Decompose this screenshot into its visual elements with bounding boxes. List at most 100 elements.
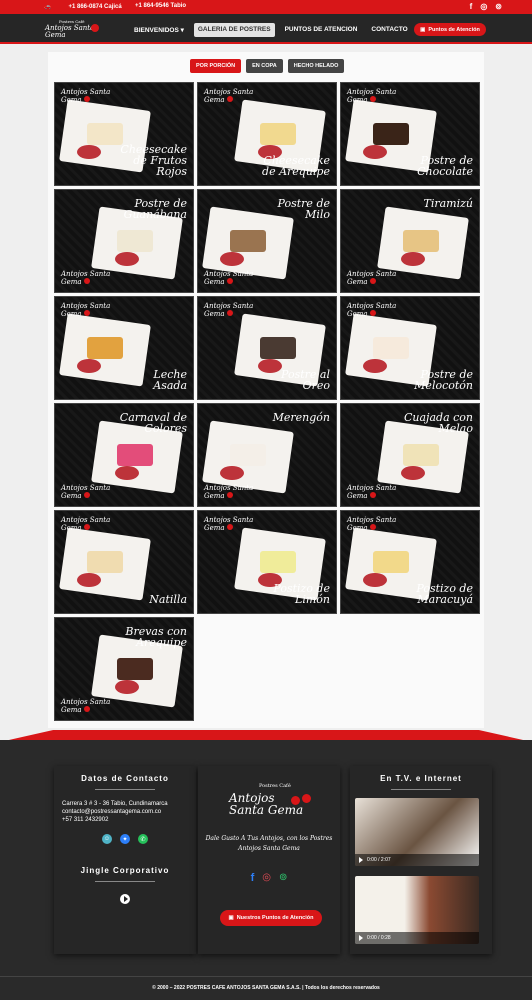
top-bar: 🚗 +1 866-0874 Cajicá +1 864-9546 Tabio f…: [0, 0, 532, 14]
dessert-tile[interactable]: Cheesecake de Arequipe Antojos Santa Gema: [197, 82, 337, 186]
nav-item-galeria[interactable]: GALERIA DE POSTRES: [193, 23, 275, 37]
cherry-icon: [369, 492, 376, 498]
cherry-icon: [226, 310, 233, 316]
filter-por-porcion[interactable]: POR PORCIÓN: [190, 59, 242, 73]
dessert-tile[interactable]: Postre de Chocolate Antojos Santa Gema: [340, 82, 480, 186]
video-2-controls[interactable]: 0:00 / 0:28: [355, 932, 479, 944]
tv-title: En T.V. e Internet: [380, 774, 462, 783]
dessert-tile[interactable]: Postre al Oreo Antojos Santa Gema: [197, 296, 337, 400]
nav-item-contacto[interactable]: CONTACTO: [367, 23, 411, 37]
dessert-image: [87, 123, 123, 145]
phone-cajica[interactable]: 🚗 +1 866-0874 Cajicá: [44, 3, 122, 11]
waze-icon[interactable]: ☺: [102, 834, 112, 844]
dessert-tile[interactable]: Merengón Antojos Santa Gema: [197, 403, 337, 507]
dessert-title: Tiramizú: [423, 197, 474, 210]
tripadvisor-icon[interactable]: ⊚: [495, 2, 502, 11]
video-1-controls[interactable]: 0:00 / 2:07: [355, 854, 479, 866]
cherry-icon: [302, 794, 311, 803]
dessert-title: Postre de Guanábana: [123, 197, 187, 221]
dessert-image: [230, 230, 266, 252]
address: Carrera 3 # 3 - 36 Tabio, Cundinamarca: [62, 801, 168, 807]
dessert-tile[interactable]: Postre de Melocotón Antojos Santa Gema: [340, 296, 480, 400]
footer-logo: Postres Café Antojos Santa Gema: [229, 780, 311, 818]
puntos-atencion-footer-button[interactable]: ▣ Nuestros Puntos de Atención: [220, 910, 322, 926]
facebook-icon[interactable]: f: [251, 872, 255, 884]
car-icon: 🚗: [44, 4, 52, 10]
cherry-icon: [91, 24, 99, 32]
logo-main-text: Antojos Santa Gema: [45, 24, 95, 39]
nav-item-puntos[interactable]: PUNTOS DE ATENCION: [281, 23, 362, 37]
messenger-icon[interactable]: ✦: [120, 834, 130, 844]
dessert-tile[interactable]: Tiramizú Antojos Santa Gema: [340, 189, 480, 293]
brand-watermark: Antojos Santa Gema: [61, 88, 111, 104]
dessert-tile[interactable]: Leche Asada Antojos Santa Gema: [54, 296, 194, 400]
instagram-icon[interactable]: ◎: [262, 872, 271, 884]
email-link[interactable]: contacto@postressantagema.com.co: [62, 808, 196, 816]
sauce-image: [115, 252, 139, 266]
whatsapp-icon[interactable]: ✆: [138, 834, 148, 844]
cherry-icon: [226, 524, 233, 530]
brand-watermark: Antojos Santa Gema: [204, 484, 254, 500]
dessert-image: [117, 444, 153, 466]
dessert-tile[interactable]: Postizo de Limón Antojos Santa Gema: [197, 510, 337, 614]
copyright: © 2000 – 2022 POSTRES CAFE ANTOJOS SANTA…: [0, 976, 532, 1000]
video-player-1[interactable]: 0:00 / 2:07: [355, 798, 479, 866]
dessert-tile[interactable]: Carnaval de Colores Antojos Santa Gema: [54, 403, 194, 507]
filter-en-copa[interactable]: EN COPA: [246, 59, 283, 73]
dessert-tile[interactable]: Natilla Antojos Santa Gema: [54, 510, 194, 614]
jingle-title: Jingle Corporativo: [80, 866, 170, 875]
dessert-tile[interactable]: Cuajada con Melao Antojos Santa Gema: [340, 403, 480, 507]
dessert-title: Cheesecake de Arequipe: [262, 154, 330, 178]
dessert-tile[interactable]: Cheesecake de Frutos Rojos Antojos Santa …: [54, 82, 194, 186]
nav-item-bienvenidos[interactable]: BIENVENIDOS ▾: [130, 23, 188, 37]
dessert-title: Cuajada con Melao: [404, 411, 473, 435]
video-player-2[interactable]: 0:00 / 0:28: [355, 876, 479, 944]
dessert-tile[interactable]: Brevas con Arequipe Antojos Santa Gema: [54, 617, 194, 721]
puntos-atencion-button[interactable]: ▣ Puntos de Atención: [414, 23, 486, 36]
divider: [95, 789, 155, 790]
brand-watermark: Antojos Santa Gema: [204, 516, 254, 532]
brand-watermark: Antojos Santa Gema: [347, 484, 397, 500]
sauce-image: [401, 252, 425, 266]
dessert-title: Brevas con Arequipe: [125, 625, 187, 649]
dessert-tile[interactable]: Postre de Guanábana Antojos Santa Gema: [54, 189, 194, 293]
jingle-play-button[interactable]: [120, 894, 130, 904]
instagram-icon[interactable]: ◎: [480, 2, 487, 11]
cherry-icon: [83, 96, 90, 102]
store-icon: ▣: [228, 915, 234, 921]
cherry-icon: [83, 492, 90, 498]
brand-watermark: Antojos Santa Gema: [61, 270, 111, 286]
cherry-icon: [369, 310, 376, 316]
phone-tabio[interactable]: +1 864-9546 Tabio: [135, 3, 186, 9]
cherry-icon: [83, 278, 90, 284]
brand-watermark: Antojos Santa Gema: [347, 302, 397, 318]
dessert-title: Leche Asada: [153, 368, 187, 392]
filter-hecho-helado[interactable]: HECHO HELADO: [287, 59, 345, 73]
dessert-title: Postizo de Maracuyá: [416, 582, 473, 606]
dessert-title: Postre al Oreo: [281, 368, 330, 392]
sauce-image: [77, 145, 101, 159]
dessert-title: Postre de Melocotón: [414, 368, 473, 392]
contact-icons: ☺ ✦ ✆: [54, 834, 196, 844]
sauce-image: [77, 359, 101, 373]
dessert-title: Postre de Chocolate: [417, 154, 473, 178]
tv-card: En T.V. e Internet 0:00 / 2:07 0:00 / 0:…: [350, 766, 492, 954]
cherry-icon: [83, 310, 90, 316]
social-links: f ◎ ⊚: [470, 2, 502, 11]
facebook-icon[interactable]: f: [470, 2, 473, 11]
dessert-tile[interactable]: Postizo de Maracuyá Antojos Santa Gema: [340, 510, 480, 614]
dessert-tile[interactable]: Postre de Milo Antojos Santa Gema: [197, 189, 337, 293]
logo[interactable]: Postres Café Antojos Santa Gema: [45, 18, 99, 40]
dessert-title: Postre de Milo: [277, 197, 330, 221]
puntos-atencion-footer-label: Nuestros Puntos de Atención: [236, 915, 314, 921]
cherry-icon: [369, 96, 376, 102]
brand-watermark: Antojos Santa Gema: [204, 270, 254, 286]
dessert-image: [260, 337, 296, 359]
phone-link[interactable]: +57 311 2432902: [62, 816, 196, 824]
tagline: Dale Gusto A Tus Antojos, con los Postre…: [205, 835, 333, 852]
tripadvisor-icon[interactable]: ⊚: [279, 872, 287, 884]
brand-card: Postres Café Antojos Santa Gema Dale Gus…: [198, 766, 340, 954]
sauce-image: [77, 573, 101, 587]
dessert-image: [87, 337, 123, 359]
dessert-image: [117, 230, 153, 252]
